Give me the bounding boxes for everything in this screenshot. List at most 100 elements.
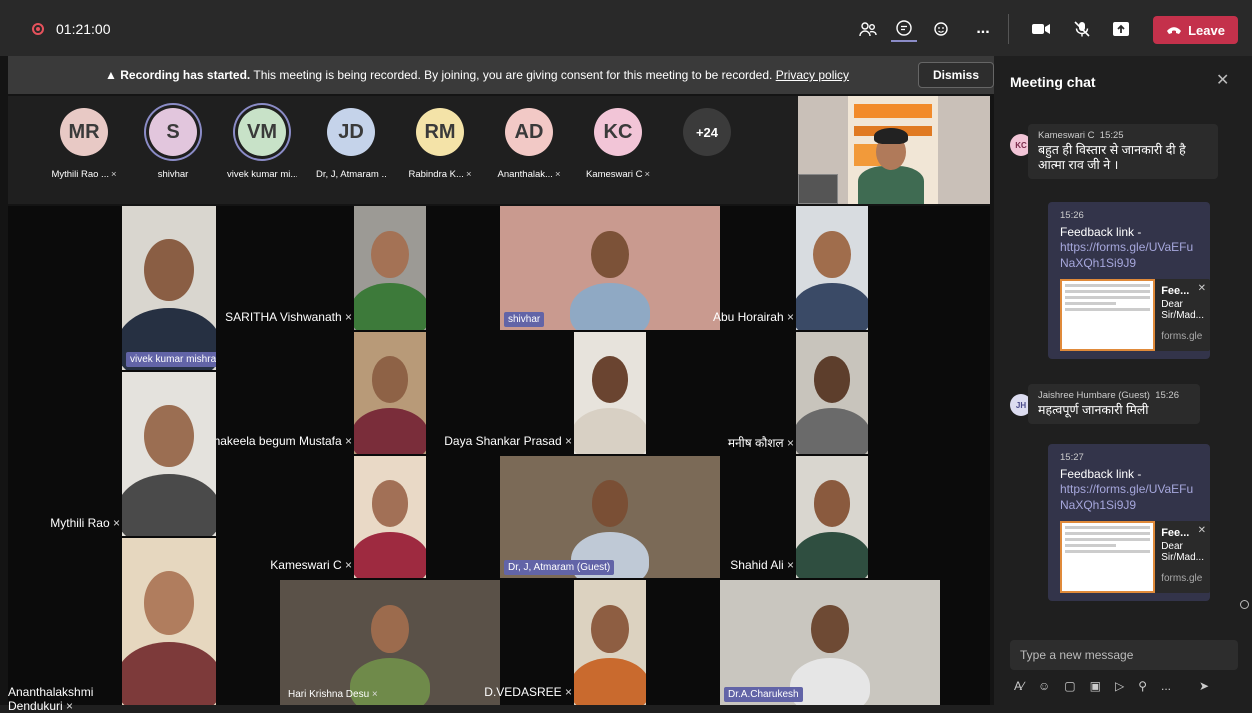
participant-video-tile[interactable] — [354, 332, 426, 454]
participant-avatar[interactable]: Sshivhar — [138, 108, 208, 180]
participant-video-tile[interactable] — [574, 332, 646, 454]
person-silhouette — [354, 282, 426, 330]
meeting-chat-panel: Meeting chat ✕ KC Kameswari C 15:25 बहुत… — [994, 56, 1252, 705]
participant-name-text: Ananthalak... — [497, 169, 553, 180]
participant-label: Shahid Ali × — [730, 558, 794, 572]
participant-video-tile[interactable] — [796, 456, 868, 578]
mic-off-icon: × — [341, 558, 352, 572]
mic-off-icon: × — [62, 699, 74, 713]
overflow-count: +24 — [683, 108, 731, 156]
link-preview-thumbnail — [1060, 279, 1156, 351]
participant-name: shivhar — [508, 314, 541, 325]
mic-off-icon: × — [783, 436, 794, 450]
close-icon[interactable]: ✕ — [1198, 525, 1206, 536]
mic-off-icon: × — [783, 310, 794, 324]
participant-name-text: Rabindra K... — [408, 169, 464, 180]
feedback-link[interactable]: https://forms.gle/UVaEFuNaXQh1Si9J9 — [1060, 239, 1198, 271]
person-silhouette — [354, 531, 426, 578]
more-options-icon[interactable]: ... — [1161, 679, 1171, 693]
format-icon[interactable]: A∕ — [1014, 679, 1024, 693]
person-head — [144, 404, 194, 468]
avatar-initials: JD — [327, 108, 375, 156]
more-participants-button[interactable]: +24 — [672, 108, 742, 156]
participant-video-tile[interactable]: Dr, J, Atmaram (Guest) — [500, 456, 720, 578]
gif-icon[interactable]: ▢ — [1064, 679, 1075, 693]
close-icon[interactable]: ✕ — [1216, 70, 1229, 90]
share-icon[interactable] — [1108, 16, 1134, 42]
message-time: 15:26 — [1155, 390, 1179, 401]
participant-name: Shahid Ali — [730, 558, 784, 572]
participant-name: Dr, J, Atmaram (Guest) — [508, 562, 611, 573]
link-preview-card[interactable]: ✕ Fee... Dear Sir/Mad... forms.gle — [1060, 521, 1210, 593]
mic-off-icon[interactable] — [1069, 16, 1095, 42]
participant-name: shivhar — [138, 169, 208, 180]
chat-message: 15:27 Feedback link - https://forms.gle/… — [1048, 444, 1210, 601]
leave-button[interactable]: Leave — [1153, 16, 1238, 44]
participant-label: Hari Krishna Desu × — [284, 687, 382, 702]
link-preview-site: forms.gle — [1161, 331, 1203, 342]
participant-name: मनीष कौशल — [727, 436, 784, 450]
emoji-icon[interactable]: ☺ — [1038, 679, 1050, 693]
more-icon[interactable]: ... — [970, 16, 996, 42]
feedback-link[interactable]: https://forms.gle/UVaEFuNaXQh1Si9J9 — [1060, 481, 1198, 513]
link-preview-desc: Dear Sir/Mad... — [1161, 541, 1204, 563]
participant-label: Daya Shankar Prasad × — [444, 434, 572, 448]
praise-icon[interactable]: ⚲ — [1138, 679, 1147, 693]
compose-input[interactable] — [1010, 640, 1238, 670]
participant-avatar[interactable]: JD Dr, J, Atmaram ... — [316, 108, 386, 180]
chat-icon[interactable] — [891, 16, 917, 42]
reactions-icon[interactable] — [929, 16, 955, 42]
participant-video-tile[interactable]: vivek kumar mishra — [122, 206, 216, 370]
participant-name: Rabindra K... × — [405, 169, 475, 180]
participant-avatar[interactable]: VM vivek kumar mi... — [227, 108, 297, 180]
participant-video-tile[interactable] — [796, 332, 868, 454]
camera-icon[interactable] — [1028, 16, 1054, 42]
participant-video-tile[interactable] — [574, 580, 646, 705]
sticker-icon[interactable]: ▣ — [1090, 679, 1101, 693]
participant-video-tile[interactable] — [796, 206, 868, 330]
participant-name: D.VEDASREE — [484, 685, 562, 699]
participant-video-tile[interactable] — [122, 538, 216, 705]
meet-now-icon[interactable]: ▷ — [1115, 679, 1124, 693]
meeting-toolbar: 01:21:00 ... Leave — [0, 0, 1252, 56]
participant-label: Dr.A.Charukesh — [724, 687, 803, 702]
participant-avatar[interactable]: MR Mythili Rao ... × — [49, 108, 119, 180]
participant-video-tile[interactable] — [354, 206, 426, 330]
pinned-video-tile[interactable] — [798, 96, 990, 204]
participant-avatar[interactable]: RM Rabindra K... × — [405, 108, 475, 180]
participant-name-text: Kameswari C — [585, 169, 643, 180]
person-head — [371, 230, 409, 278]
participant-video-tile[interactable] — [122, 372, 216, 536]
chat-message: 15:26 Feedback link - https://forms.gle/… — [1048, 202, 1210, 359]
participant-label: Mythili Rao × — [50, 516, 120, 530]
participant-name: Dr.A.Charukesh — [728, 689, 799, 700]
person-silhouette — [796, 407, 868, 454]
participant-video-tile[interactable]: Dr.A.Charukesh — [720, 580, 940, 705]
participant-name-text: shivhar — [157, 169, 189, 180]
person-head — [591, 230, 629, 278]
privacy-policy-link[interactable]: Privacy policy — [776, 68, 849, 82]
participant-video-tile[interactable] — [354, 456, 426, 578]
link-preview-card[interactable]: ✕ Fee... Dear Sir/Mad... forms.gle — [1060, 279, 1210, 351]
dismiss-button[interactable]: Dismiss — [918, 62, 994, 88]
person-silhouette — [354, 407, 426, 454]
participant-name: vivek kumar mishra — [130, 354, 216, 365]
person-head — [144, 238, 194, 302]
people-icon[interactable] — [855, 16, 881, 42]
participant-avatar[interactable]: KC Kameswari C × — [583, 108, 653, 180]
participant-name: Abu Horairah — [712, 310, 784, 324]
participant-name: Ananthalak... × — [494, 169, 564, 180]
close-icon[interactable]: ✕ — [1198, 283, 1206, 294]
person-head — [371, 480, 409, 527]
participant-video-tile[interactable]: Hari Krishna Desu × — [280, 580, 500, 705]
person-head — [591, 605, 629, 653]
teams-meeting-window: 01:21:00 ... Leave ▲ Recording has start… — [0, 0, 1252, 713]
participant-video-tile[interactable]: shivhar — [500, 206, 720, 330]
mic-off-icon: × — [341, 310, 352, 324]
person-head — [143, 571, 195, 635]
message-time: 15:25 — [1099, 130, 1124, 141]
send-icon[interactable]: ➤ — [1199, 679, 1209, 693]
person-head — [371, 605, 409, 653]
participant-avatar[interactable]: AD Ananthalak... × — [494, 108, 564, 180]
participant-name: Kameswari C — [270, 558, 342, 572]
